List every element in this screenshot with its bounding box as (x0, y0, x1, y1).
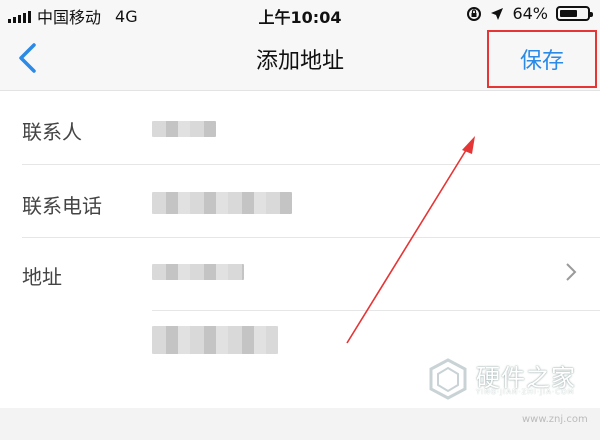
watermark-url: www.znj.com (522, 414, 588, 425)
watermark: 硬件之家 YING·JIAN·ZHI·JIA·COM (428, 356, 598, 406)
watermark-logo (429, 358, 467, 400)
watermark-subtitle: YING·JIAN·ZHI·JIA·COM (476, 388, 575, 396)
